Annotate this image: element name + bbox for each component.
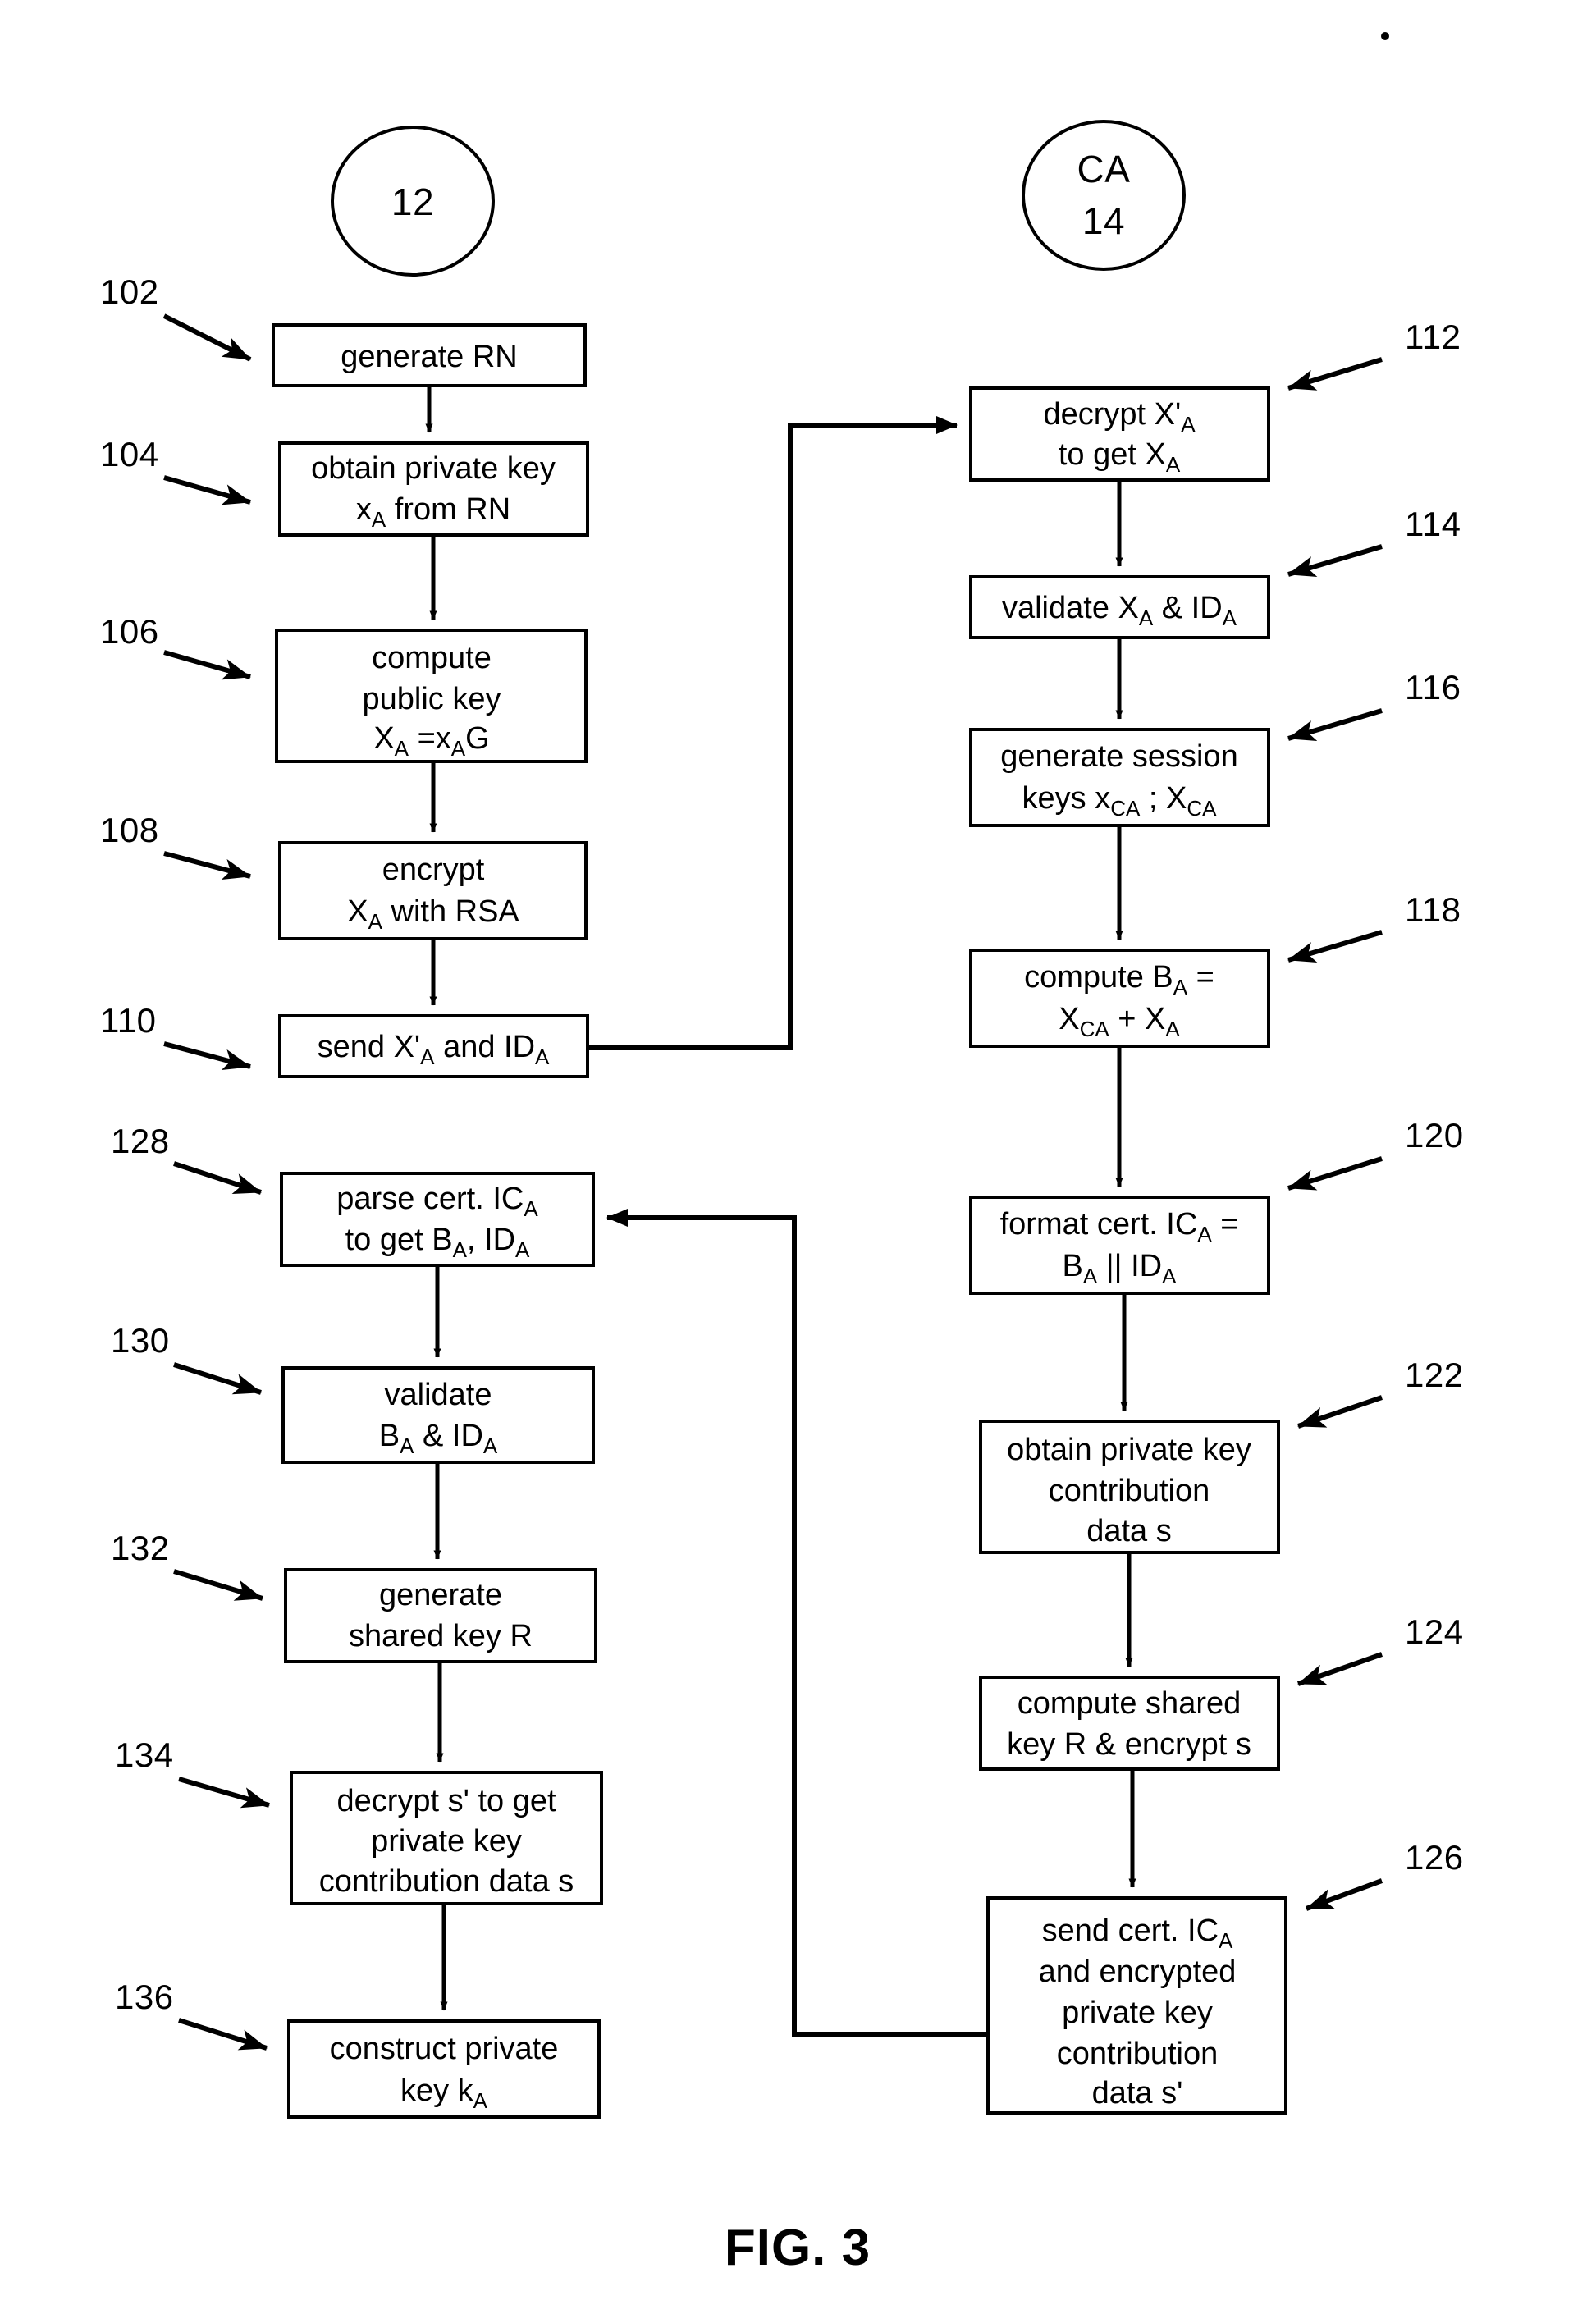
step-box-114[interactable]: validate XA & IDA [969, 575, 1270, 639]
step-box-110[interactable]: send X'A and IDA [278, 1014, 589, 1078]
step-box-116-line-1: generate session [1000, 739, 1237, 774]
ref-numeral-104: 104 [100, 435, 159, 473]
step-box-130-line-1: validate [385, 1378, 492, 1412]
ref-numeral-102: 102 [100, 272, 159, 311]
actor-circle-correspondent: 12 [331, 126, 495, 277]
step-box-122[interactable]: obtain private key contribution data s [979, 1420, 1280, 1554]
ref-leaders-right [1287, 357, 1383, 1911]
ref-numerals-right: 112 114 116 118 120 122 124 126 [1405, 318, 1464, 1877]
step-box-128-line-2: to get BA, IDA [345, 1223, 530, 1262]
step-box-128-line-1: parse cert. ICA [336, 1182, 538, 1221]
ref-numeral-124: 124 [1405, 1612, 1464, 1651]
step-box-112[interactable]: decrypt X'A to get XA [969, 386, 1270, 482]
step-box-128[interactable]: parse cert. ICA to get BA, IDA [280, 1172, 595, 1267]
ref-numeral-116: 116 [1405, 668, 1461, 707]
step-box-136[interactable]: construct private key kA [287, 2019, 601, 2119]
ref-numeral-122: 122 [1405, 1356, 1464, 1394]
step-box-126-line-5: data s' [1092, 2076, 1183, 2110]
actor-label-ca-number: 14 [1082, 199, 1125, 242]
ref-numeral-136: 136 [115, 1978, 174, 2016]
ref-numeral-132: 132 [111, 1529, 170, 1567]
ref-numeral-110: 110 [100, 1001, 156, 1040]
step-box-132-line-2: shared key R [349, 1619, 533, 1653]
actor-label-ca-name: CA [1077, 148, 1131, 190]
step-box-122-line-2: contribution [1049, 1474, 1210, 1508]
actor-label-correspondent: 12 [391, 181, 434, 223]
step-box-126-line-4: contribution [1057, 2037, 1218, 2071]
ref-numeral-120: 120 [1405, 1116, 1464, 1155]
ref-numeral-108: 108 [100, 811, 159, 849]
step-box-108-line-1: encrypt [382, 853, 485, 887]
step-box-120-line-2: BA || IDA [1063, 1249, 1178, 1288]
step-box-130[interactable]: validate BA & IDA [281, 1366, 595, 1464]
ref-numeral-126: 126 [1405, 1838, 1464, 1877]
step-box-116[interactable]: generate session keys xCA ; XCA [969, 728, 1270, 827]
ref-leaders-left [162, 313, 270, 2051]
ref-numerals-left: 102 104 106 108 110 128 130 132 134 136 [100, 272, 174, 2016]
actor-circle-certificate-authority: CA 14 [1022, 120, 1186, 271]
step-box-122-line-1: obtain private key [1007, 1433, 1251, 1467]
step-box-104[interactable]: obtain private key xA from RN [278, 441, 589, 537]
ref-numeral-134: 134 [115, 1735, 174, 1774]
step-box-134-line-3: contribution data s [319, 1864, 574, 1899]
connector-send-to-decrypt [588, 416, 958, 1050]
step-box-126-line-2: and encrypted [1039, 1955, 1237, 1989]
step-box-124-line-1: compute shared [1018, 1686, 1242, 1721]
step-box-126-line-3: private key [1062, 1996, 1213, 2030]
step-box-120[interactable]: format cert. ICA = BA || IDA [969, 1196, 1270, 1295]
step-box-106-line-2: public key [363, 682, 501, 716]
step-box-136-line-1: construct private [330, 2032, 559, 2066]
ref-numeral-106: 106 [100, 612, 159, 651]
step-box-134-line-2: private key [371, 1824, 522, 1859]
figure-caption: FIG. 3 [725, 2220, 871, 2276]
step-box-102[interactable]: generate RN [272, 323, 587, 387]
step-box-118-line-2: XCA + XA [1059, 1002, 1180, 1041]
step-box-134[interactable]: decrypt s' to get private key contributi… [290, 1771, 603, 1905]
step-box-108[interactable]: encrypt XA with RSA [278, 841, 588, 940]
ref-numeral-114: 114 [1405, 505, 1461, 543]
step-box-134-line-1: decrypt s' to get [336, 1784, 556, 1818]
ref-numeral-118: 118 [1405, 890, 1461, 929]
ref-numeral-128: 128 [111, 1122, 170, 1160]
step-box-104-line-1: obtain private key [311, 451, 556, 486]
step-box-114-line-1: validate XA & IDA [1002, 591, 1237, 630]
scan-speck [1381, 32, 1389, 40]
step-box-126[interactable]: send cert. ICA and encrypted private key… [986, 1896, 1287, 2115]
step-box-132-line-1: generate [379, 1578, 502, 1612]
patent-figure-page: 12 CA 14 generate RN obtain private key … [0, 0, 1596, 2323]
step-box-124[interactable]: compute shared key R & encrypt s [979, 1676, 1280, 1771]
step-box-112-line-2: to get XA [1059, 437, 1181, 477]
step-box-106[interactable]: compute public key XA =xAG [275, 629, 588, 763]
ref-numeral-112: 112 [1405, 318, 1461, 356]
ref-numeral-130: 130 [111, 1321, 170, 1360]
step-box-132[interactable]: generate shared key R [284, 1568, 597, 1663]
step-box-106-line-1: compute [372, 641, 492, 675]
step-box-106-line-3: XA =xAG [373, 721, 489, 761]
step-box-122-line-3: data s [1086, 1514, 1172, 1548]
connector-send-cert-to-parse [606, 1209, 988, 2037]
flowchart-diagram: 12 CA 14 generate RN obtain private key … [100, 32, 1464, 2276]
step-box-118[interactable]: compute BA = XCA + XA [969, 949, 1270, 1048]
step-box-130-line-2: BA & IDA [379, 1419, 498, 1458]
step-box-124-line-2: key R & encrypt s [1007, 1727, 1251, 1762]
step-box-126-line-1: send cert. ICA [1042, 1914, 1233, 1953]
step-box-112-line-1: decrypt X'A [1043, 397, 1196, 437]
step-box-102-line-1: generate RN [341, 340, 517, 374]
